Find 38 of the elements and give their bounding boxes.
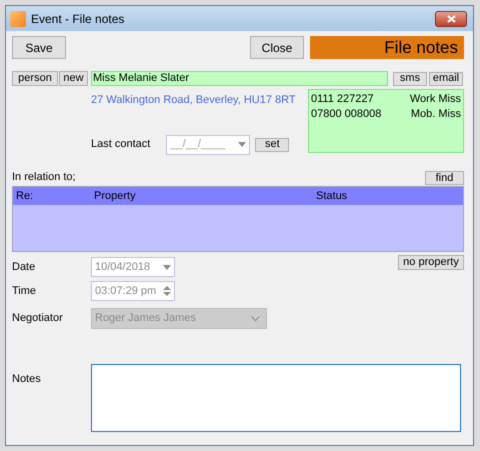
date-label: Date — [12, 260, 36, 275]
time-label: Time — [12, 284, 38, 299]
phone-label: Work Miss — [410, 92, 461, 107]
negotiator-value: Roger James James — [95, 311, 197, 326]
name-field[interactable]: Miss Melanie Slater — [91, 71, 388, 86]
close-button[interactable] — [435, 10, 467, 26]
close-dialog-button[interactable]: Close — [250, 36, 304, 59]
window-title: Event - File notes — [31, 10, 124, 28]
chevron-down-icon — [251, 316, 260, 321]
spinner-icon — [163, 285, 171, 297]
app-icon — [10, 10, 26, 26]
relation-label: In relation to; — [12, 170, 76, 184]
find-button[interactable]: find — [425, 171, 464, 185]
negotiator-label: Negotiator — [12, 311, 64, 326]
save-button[interactable]: Save — [12, 36, 66, 59]
sms-button[interactable]: sms — [393, 72, 427, 86]
notes-field[interactable] — [91, 364, 461, 432]
phone-number: 0111 227227 — [311, 92, 374, 107]
column-header[interactable]: Status — [316, 190, 348, 202]
address-text: 27 Walkington Road, Beverley, HU17 8RT — [91, 93, 296, 108]
phone-number: 07800 008008 — [311, 107, 382, 122]
last-contact-label: Last contact — [91, 137, 150, 152]
person-button[interactable]: person — [12, 71, 58, 86]
dropdown-arrow-icon — [163, 264, 171, 270]
email-button[interactable]: email — [429, 72, 463, 86]
set-button[interactable]: set — [255, 138, 290, 152]
close-icon — [446, 14, 456, 22]
phone-label: Mob. Miss — [410, 107, 461, 122]
date-value: 10/04/2018 — [95, 260, 152, 275]
date-placeholder: __/__/____ — [170, 137, 226, 152]
dropdown-arrow-icon — [238, 142, 246, 147]
banner: File notes — [310, 36, 464, 59]
column-header[interactable]: Property — [94, 190, 136, 202]
column-header[interactable]: Re: — [16, 190, 34, 202]
no-property-button[interactable]: no property — [398, 255, 464, 270]
notes-label: Notes — [12, 372, 42, 387]
time-value: 03:07:29 pm — [95, 284, 158, 299]
new-button[interactable]: new — [59, 71, 88, 86]
